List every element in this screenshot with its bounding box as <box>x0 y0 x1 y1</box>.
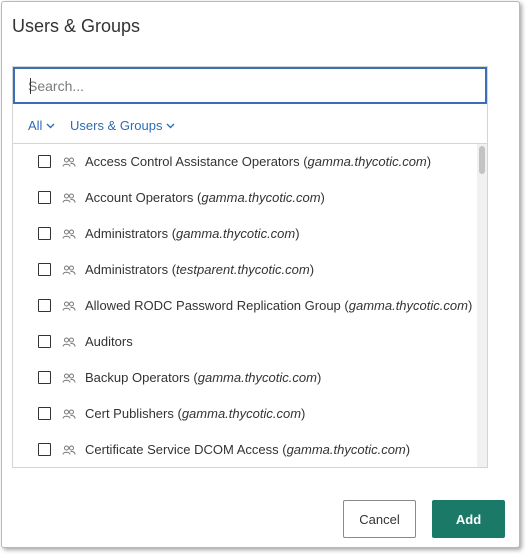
list-item[interactable]: Access Control Assistance Operators (gam… <box>13 144 475 180</box>
chevron-down-icon <box>166 123 175 128</box>
group-icon <box>62 373 76 383</box>
group-icon <box>62 301 76 311</box>
users-groups-list: Access Control Assistance Operators (gam… <box>13 144 487 467</box>
item-checkbox[interactable] <box>38 263 51 276</box>
item-name: Account Operators <box>85 190 194 205</box>
group-icon <box>62 229 76 239</box>
scope-filter-dropdown[interactable]: All <box>28 118 55 133</box>
cancel-button[interactable]: Cancel <box>343 500 416 538</box>
group-icon <box>62 409 76 419</box>
item-label: Backup Operators (gamma.thycotic.com) <box>85 370 322 385</box>
item-name: Certificate Service DCOM Access <box>85 442 279 457</box>
group-icon <box>62 157 76 167</box>
users-groups-dialog: Users & Groups All Users & Groups Access… <box>1 1 520 548</box>
list-scrollbar[interactable] <box>477 144 487 467</box>
item-label: Access Control Assistance Operators (gam… <box>85 154 432 169</box>
group-icon <box>62 265 76 275</box>
list-item[interactable]: Administrators (testparent.thycotic.com) <box>13 252 475 288</box>
item-name: Cert Publishers <box>85 406 174 421</box>
scope-filter-label: All <box>28 118 43 133</box>
group-icon <box>62 193 76 203</box>
list-item[interactable]: Auditors <box>13 324 475 360</box>
item-label: Administrators (gamma.thycotic.com) <box>85 226 300 241</box>
chevron-down-icon <box>46 123 55 128</box>
item-checkbox[interactable] <box>38 407 51 420</box>
item-checkbox[interactable] <box>38 227 51 240</box>
list-item[interactable]: Allowed RODC Password Replication Group … <box>13 288 475 324</box>
type-filter-label: Users & Groups <box>70 118 163 133</box>
item-domain: gamma.thycotic.com <box>181 406 302 421</box>
item-domain: testparent.thycotic.com <box>176 262 310 277</box>
item-name: Auditors <box>85 334 133 349</box>
item-name: Administrators <box>85 226 169 241</box>
item-domain: gamma.thycotic.com <box>286 442 406 457</box>
item-domain: gamma.thycotic.com <box>348 298 468 313</box>
item-checkbox[interactable] <box>38 443 51 456</box>
text-cursor <box>30 78 31 94</box>
item-checkbox[interactable] <box>38 155 51 168</box>
item-domain: gamma.thycotic.com <box>201 190 321 205</box>
item-name: Access Control Assistance Operators <box>85 154 300 169</box>
item-checkbox[interactable] <box>38 335 51 348</box>
group-icon <box>62 337 76 347</box>
list-item[interactable]: Backup Operators (gamma.thycotic.com) <box>13 360 475 396</box>
item-label: Administrators (testparent.thycotic.com) <box>85 262 315 277</box>
item-label: Cert Publishers (gamma.thycotic.com) <box>85 406 306 421</box>
item-label: Account Operators (gamma.thycotic.com) <box>85 190 325 205</box>
item-label: Certificate Service DCOM Access (gamma.t… <box>85 442 411 457</box>
filter-bar: All Users & Groups <box>13 104 487 144</box>
selection-panel: All Users & Groups Access Control Assist… <box>12 66 488 468</box>
item-domain: gamma.thycotic.com <box>176 226 296 241</box>
list-item[interactable]: Account Operators (gamma.thycotic.com) <box>13 180 475 216</box>
search-box[interactable] <box>13 67 487 104</box>
item-domain: gamma.thycotic.com <box>197 370 317 385</box>
list-item[interactable]: Administrators (gamma.thycotic.com) <box>13 216 475 252</box>
search-input[interactable] <box>28 71 468 101</box>
item-name: Allowed RODC Password Replication Group <box>85 298 341 313</box>
dialog-title: Users & Groups <box>12 16 141 36</box>
list-item[interactable]: Cert Publishers (gamma.thycotic.com) <box>13 396 475 432</box>
add-button[interactable]: Add <box>432 500 505 538</box>
type-filter-dropdown[interactable]: Users & Groups <box>70 118 175 133</box>
item-checkbox[interactable] <box>38 299 51 312</box>
item-label: Allowed RODC Password Replication Group … <box>85 298 473 313</box>
list-item[interactable]: Certificate Service DCOM Access (gamma.t… <box>13 432 475 467</box>
item-checkbox[interactable] <box>38 371 51 384</box>
item-label: Auditors <box>85 334 133 349</box>
item-name: Administrators <box>85 262 169 277</box>
item-checkbox[interactable] <box>38 191 51 204</box>
scrollbar-thumb[interactable] <box>479 146 485 174</box>
item-domain: gamma.thycotic.com <box>307 154 427 169</box>
item-name: Backup Operators <box>85 370 190 385</box>
group-icon <box>62 445 76 455</box>
